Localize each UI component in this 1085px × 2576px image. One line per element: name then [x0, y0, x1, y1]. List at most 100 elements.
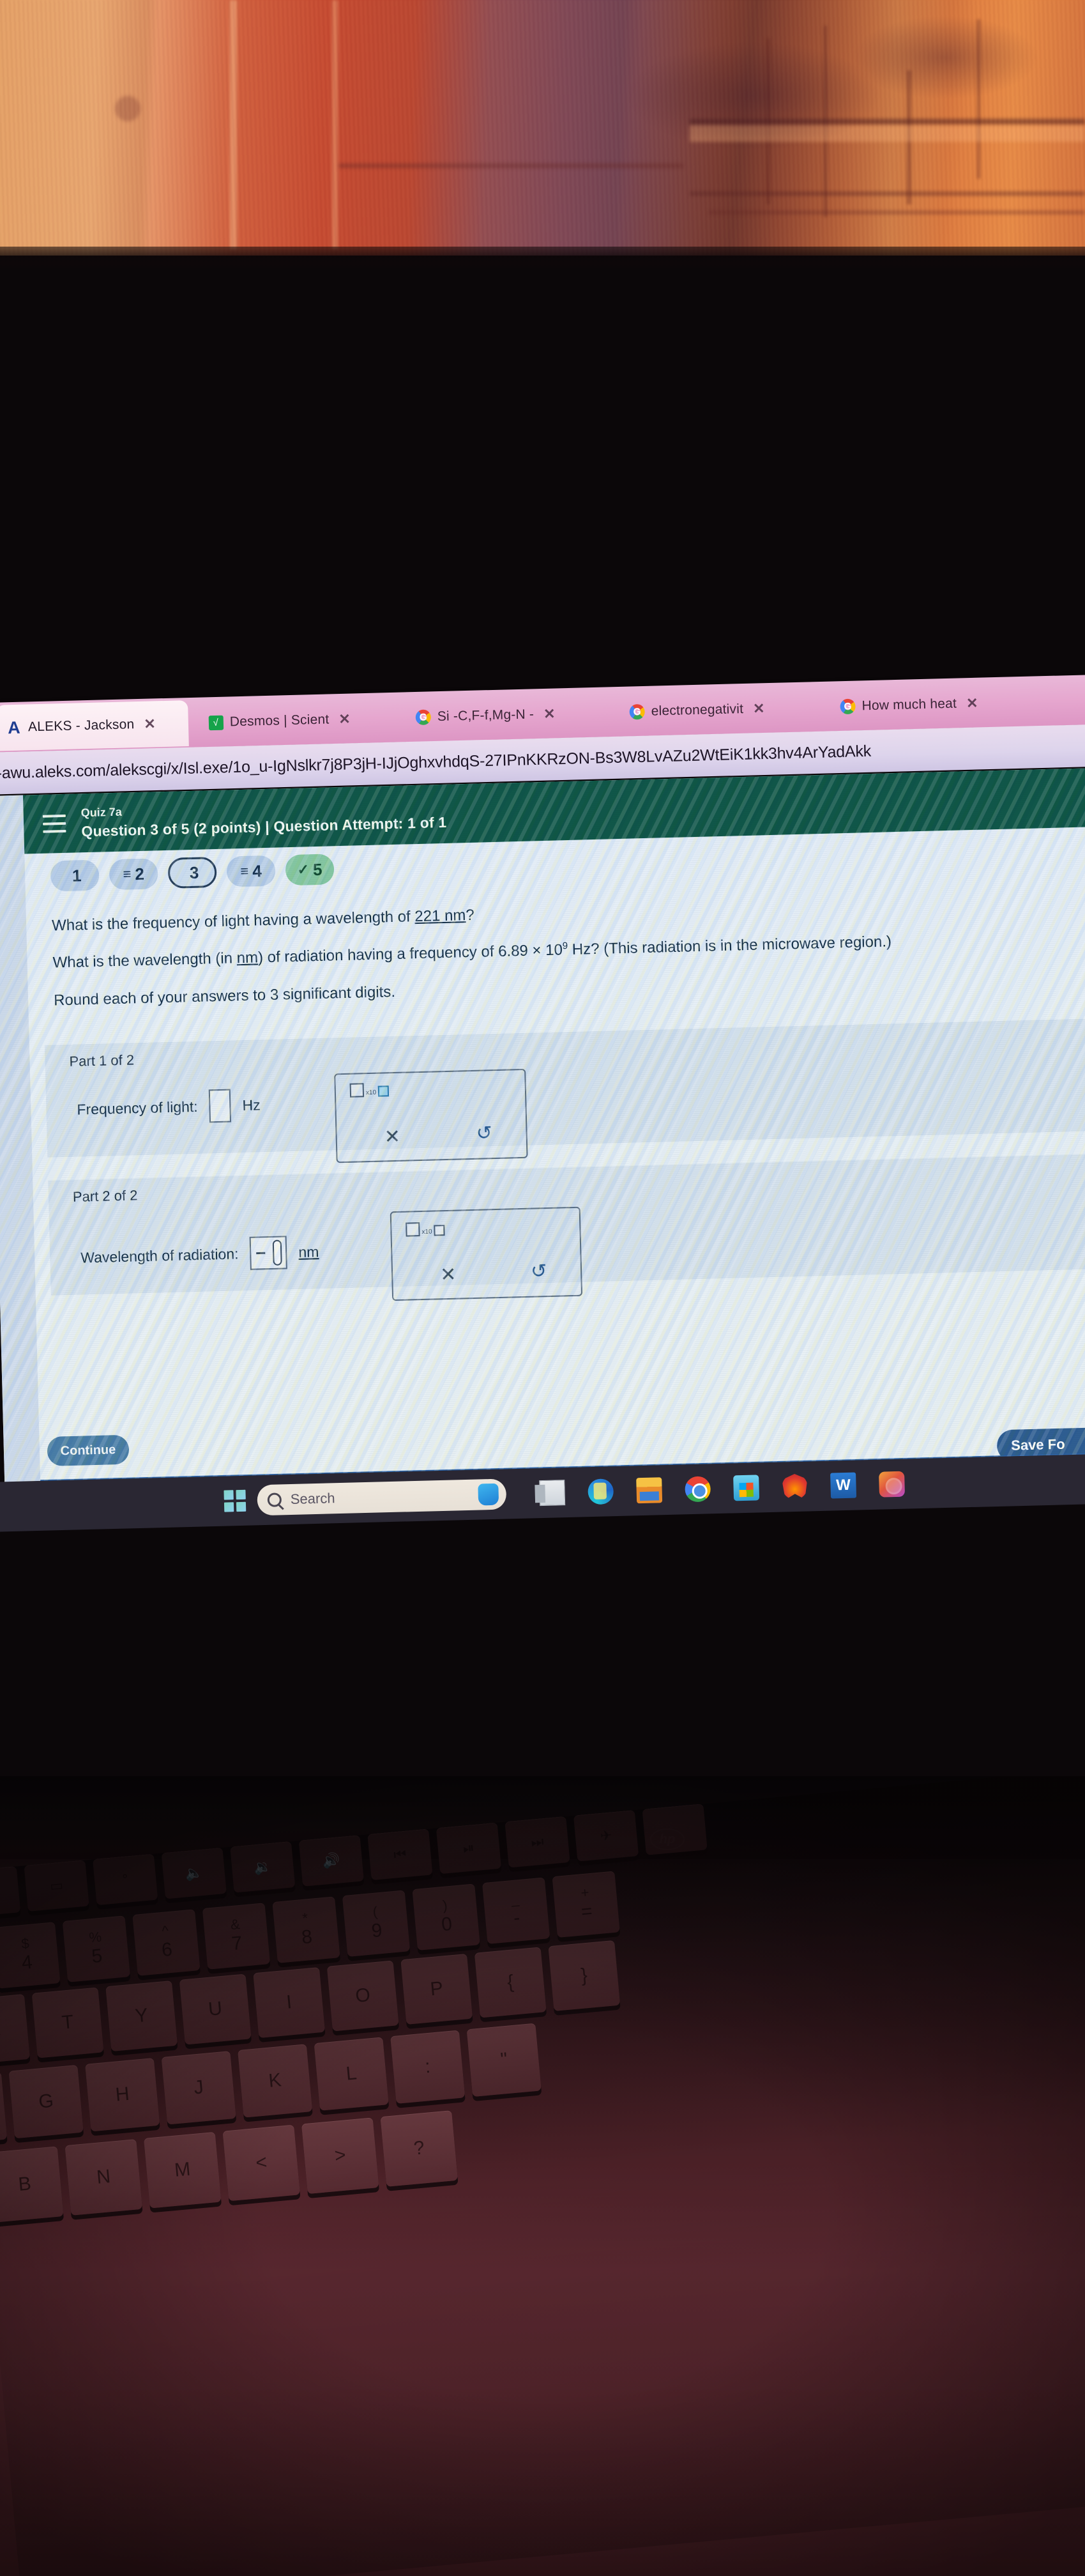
wavelength-input[interactable] [249, 1236, 288, 1270]
pager-number: 4 [252, 861, 262, 881]
close-icon[interactable]: ✕ [338, 711, 351, 728]
clear-icon[interactable]: ✕ [440, 1264, 457, 1287]
key-f[interactable]: F [0, 2071, 8, 2146]
key-f10-playpause[interactable]: ⏯ [436, 1822, 502, 1874]
key-f6-mute[interactable]: 🔈 [161, 1847, 227, 1899]
hamburger-icon[interactable] [42, 814, 66, 833]
key-5[interactable]: % 5 [62, 1915, 130, 1982]
key-h[interactable]: H [85, 2058, 160, 2132]
undo-icon[interactable]: ↺ [476, 1122, 492, 1145]
firefox-icon[interactable] [782, 1474, 808, 1500]
question-body: What is the frequency of light having a … [52, 890, 1085, 1028]
x10-label: x10 [421, 1228, 432, 1236]
key-p[interactable]: P [400, 1953, 473, 2025]
key-m[interactable]: M [144, 2131, 222, 2209]
key-0[interactable]: ) 0 [412, 1883, 480, 1951]
key-f7-voldown[interactable]: 🔉 [230, 1841, 296, 1893]
close-icon[interactable]: ✕ [543, 705, 556, 722]
key-n[interactable]: N [64, 2139, 143, 2216]
key-quote[interactable]: " [466, 2023, 542, 2097]
close-icon[interactable]: ✕ [753, 700, 765, 717]
question-line-3: Round each of your answers to 3 signific… [53, 983, 396, 1009]
key-r[interactable]: R [0, 1994, 31, 2066]
check-icon: ✓ [297, 861, 310, 878]
key-u[interactable]: U [179, 1974, 252, 2045]
search-icon [267, 1492, 282, 1507]
key-extra[interactable] [642, 1804, 708, 1855]
key-8[interactable]: * 8 [272, 1896, 340, 1963]
q2-unit: nm [236, 949, 259, 967]
pager-mark: ≡ [123, 866, 132, 882]
key-o[interactable]: O [326, 1960, 399, 2032]
page-left-margin [0, 795, 41, 1499]
pager-item-4[interactable]: ≡ 4 [226, 855, 276, 887]
task-view-icon[interactable] [539, 1480, 566, 1506]
frequency-input[interactable] [208, 1089, 232, 1123]
key-asterisk[interactable]: ✱ [0, 1866, 21, 1918]
key-4[interactable]: $4 [0, 1922, 61, 1989]
part-2-unit: nm [298, 1243, 319, 1261]
pager-number: 5 [312, 859, 322, 879]
key-f12-airplane[interactable]: ✈ [573, 1810, 639, 1862]
key-semicolon[interactable]: : [390, 2030, 466, 2104]
question-line-2: What is the wavelength (in nm) of radiat… [52, 927, 1085, 974]
aleks-icon: A [7, 717, 21, 737]
google-icon [414, 709, 432, 726]
key-slash[interactable]: ? [380, 2110, 458, 2187]
pager-item-1[interactable]: 1 [50, 859, 100, 892]
copilot-icon[interactable] [478, 1483, 499, 1506]
q1-text-c: ? [466, 906, 475, 924]
tab-title: How much heat [861, 696, 957, 714]
browser-tab-0[interactable]: A ALEKS - Jackson ✕ [0, 700, 189, 751]
key-f8-volup[interactable]: 🔊 [298, 1835, 364, 1887]
search-input[interactable]: Search [257, 1478, 507, 1516]
key-bracket-left[interactable]: { [474, 1947, 547, 2018]
browser-tab-3[interactable]: electronegativit ✕ [619, 684, 819, 735]
clear-icon[interactable]: ✕ [384, 1126, 400, 1149]
search-placeholder: Search [290, 1490, 335, 1507]
scientific-notation-button[interactable]: x10 [349, 1082, 390, 1098]
key-minus[interactable]: _ - [482, 1877, 550, 1944]
key-y[interactable]: Y [105, 1980, 178, 2051]
aleks-page: Quiz 7a Question 3 of 5 (2 points) | Que… [0, 767, 1085, 1499]
key-6[interactable]: ^ 6 [132, 1909, 201, 1976]
continue-button[interactable]: Continue [47, 1434, 130, 1466]
key-l[interactable]: L [314, 2037, 389, 2111]
key-period[interactable]: > [301, 2117, 379, 2195]
pager-item-5[interactable]: ✓ 5 [285, 854, 335, 886]
key-t[interactable]: T [31, 1987, 104, 2058]
browser-tab-4[interactable]: How much heat ✕ [830, 679, 1023, 730]
photos-icon[interactable] [879, 1471, 906, 1498]
undo-icon[interactable]: ↺ [531, 1260, 547, 1283]
key-b[interactable]: B [0, 2146, 64, 2223]
key-g[interactable]: G [8, 2064, 84, 2139]
key-k[interactable]: K [238, 2044, 313, 2118]
pager-number: 1 [72, 865, 82, 885]
background-photo-wall [0, 0, 1085, 256]
close-icon[interactable]: ✕ [966, 695, 978, 712]
key-f4[interactable]: ▭ [24, 1860, 89, 1912]
browser-tab-2[interactable]: Si -C,F-f,Mg-N - ✕ [406, 690, 605, 741]
windows-logo-icon[interactable] [224, 1489, 247, 1512]
key-equals[interactable]: + = [552, 1871, 620, 1938]
microsoft-store-icon[interactable] [733, 1475, 760, 1501]
key-f11-next[interactable]: ⏭ [505, 1816, 570, 1868]
scientific-notation-button[interactable]: x10 [406, 1222, 445, 1237]
word-icon[interactable]: W [830, 1472, 857, 1499]
key-bracket-right[interactable]: } [548, 1940, 621, 2011]
pager-item-3[interactable]: 3 [167, 856, 217, 889]
close-icon[interactable]: ✕ [144, 716, 156, 732]
key-j[interactable]: J [161, 2051, 236, 2125]
key-9[interactable]: (9 [342, 1890, 411, 1957]
browser-tab-1[interactable]: √ Desmos | Scient ✕ [198, 695, 391, 746]
key-comma[interactable]: < [222, 2124, 301, 2202]
key-i[interactable]: I [253, 1966, 326, 2038]
key-7[interactable]: & 7 [202, 1903, 271, 1970]
chrome-icon[interactable] [685, 1476, 711, 1503]
pager-item-2[interactable]: ≡ 2 [109, 858, 158, 891]
edge-copilot-icon[interactable] [588, 1478, 614, 1505]
key-f9-prev[interactable]: ⏮ [367, 1828, 433, 1880]
file-explorer-icon[interactable] [636, 1477, 663, 1504]
q2-text-a: What is the wavelength (in [52, 949, 238, 972]
key-f5[interactable]: ° [93, 1853, 158, 1906]
